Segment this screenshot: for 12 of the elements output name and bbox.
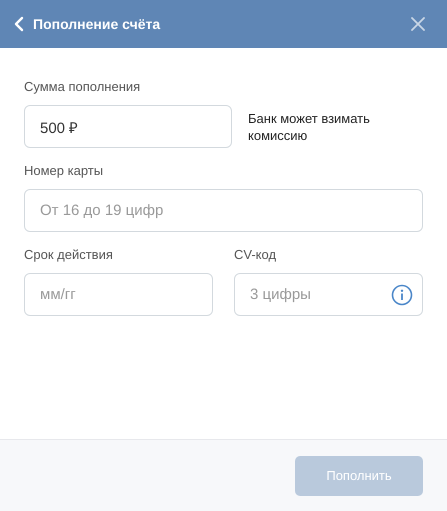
back-icon bbox=[14, 16, 24, 32]
field-label: CV-код bbox=[234, 247, 278, 262]
card-number-field[interactable]: От 16 до 19 цифр bbox=[24, 189, 423, 232]
field-label: Срок действия bbox=[24, 247, 114, 262]
expiry-field[interactable]: мм/гг bbox=[24, 273, 213, 316]
note-text: Банк может взимать комиссию bbox=[248, 110, 371, 144]
amount-field[interactable]: 500 ₽ bbox=[24, 105, 232, 148]
cvc-field[interactable]: 3 цифры bbox=[234, 273, 423, 316]
info-icon[interactable] bbox=[391, 284, 413, 306]
field-label: Номер карты bbox=[24, 163, 104, 178]
close-icon[interactable] bbox=[411, 17, 425, 31]
field-label: Сумма пополнения bbox=[24, 79, 142, 94]
